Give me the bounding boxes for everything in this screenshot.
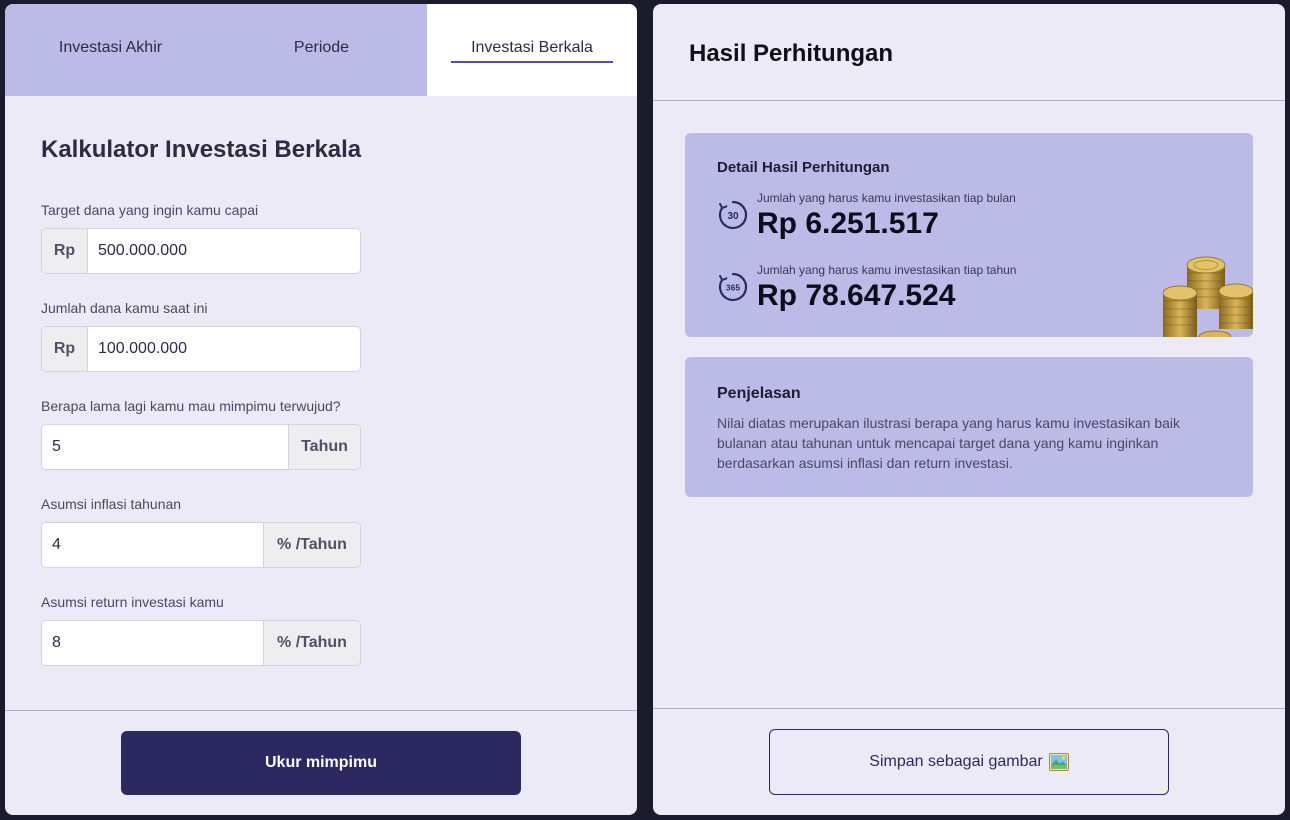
return-input[interactable] [42, 621, 263, 665]
current-fund-input[interactable] [88, 327, 360, 371]
calculator-panel: Investasi Akhir Periode Investasi Berkal… [5, 4, 637, 815]
calendar-30-icon: 30 [718, 200, 748, 230]
gold-coins-icon [1163, 256, 1253, 337]
percent-per-year-suffix: % /Tahun [263, 621, 360, 665]
footer-divider [5, 710, 637, 711]
duration-label: Berapa lama lagi kamu mau mimpimu terwuj… [41, 398, 341, 414]
result-panel: Hasil Perhitungan Detail Hasil Perhitung… [653, 4, 1285, 815]
picture-icon [1048, 753, 1069, 771]
tab-investasi-berkala[interactable]: Investasi Berkala [427, 4, 637, 96]
currency-prefix: Rp [42, 229, 88, 273]
inflation-group: % /Tahun [41, 522, 361, 568]
save-as-image-label: Simpan sebagai gambar [869, 753, 1043, 770]
svg-text:365: 365 [726, 283, 740, 293]
current-fund-group: Rp [41, 326, 361, 372]
target-fund-input[interactable] [88, 229, 360, 273]
active-tab-indicator [451, 61, 613, 63]
footer-divider [653, 708, 1285, 709]
target-fund-label: Target dana yang ingin kamu capai [41, 202, 259, 218]
monthly-value: Rp 6.251.517 [757, 207, 939, 240]
explanation-heading: Penjelasan [717, 385, 801, 402]
duration-group: Tahun [41, 424, 361, 470]
return-label: Asumsi return investasi kamu [41, 594, 224, 610]
monthly-caption: Jumlah yang harus kamu investasikan tiap… [757, 191, 1016, 205]
form-title: Kalkulator Investasi Berkala [41, 136, 362, 163]
detail-heading: Detail Hasil Perhitungan [717, 159, 890, 176]
yearly-value: Rp 78.647.524 [757, 279, 956, 312]
tab-bar: Investasi Akhir Periode Investasi Berkal… [5, 4, 637, 96]
tab-label: Investasi Akhir [58, 39, 163, 56]
tab-investasi-akhir[interactable]: Investasi Akhir [5, 4, 216, 96]
currency-prefix: Rp [42, 327, 88, 371]
inflation-input[interactable] [42, 523, 263, 567]
explanation-card: Penjelasan Nilai diatas merupakan ilustr… [685, 357, 1253, 497]
save-as-image-button[interactable]: Simpan sebagai gambar [769, 729, 1169, 795]
header-divider [653, 100, 1285, 101]
tab-periode[interactable]: Periode [216, 4, 427, 96]
yearly-caption: Jumlah yang harus kamu investasikan tiap… [757, 263, 1017, 277]
percent-per-year-suffix: % /Tahun [263, 523, 360, 567]
tab-label: Investasi Berkala [471, 39, 593, 56]
return-group: % /Tahun [41, 620, 361, 666]
duration-input[interactable] [42, 425, 288, 469]
result-detail-card: Detail Hasil Perhitungan 30 Jumlah yang … [685, 133, 1253, 337]
years-suffix: Tahun [288, 425, 360, 469]
inflation-label: Asumsi inflasi tahunan [41, 496, 182, 512]
calendar-365-icon: 365 [718, 272, 748, 302]
target-fund-group: Rp [41, 228, 361, 274]
current-fund-label: Jumlah dana kamu saat ini [41, 300, 208, 316]
calculate-button[interactable]: Ukur mimpimu [121, 731, 521, 795]
svg-text:30: 30 [727, 211, 739, 222]
tab-label: Periode [293, 39, 350, 56]
explanation-text: Nilai diatas merupakan ilustrasi berapa … [717, 415, 1181, 471]
result-title: Hasil Perhitungan [689, 40, 894, 67]
